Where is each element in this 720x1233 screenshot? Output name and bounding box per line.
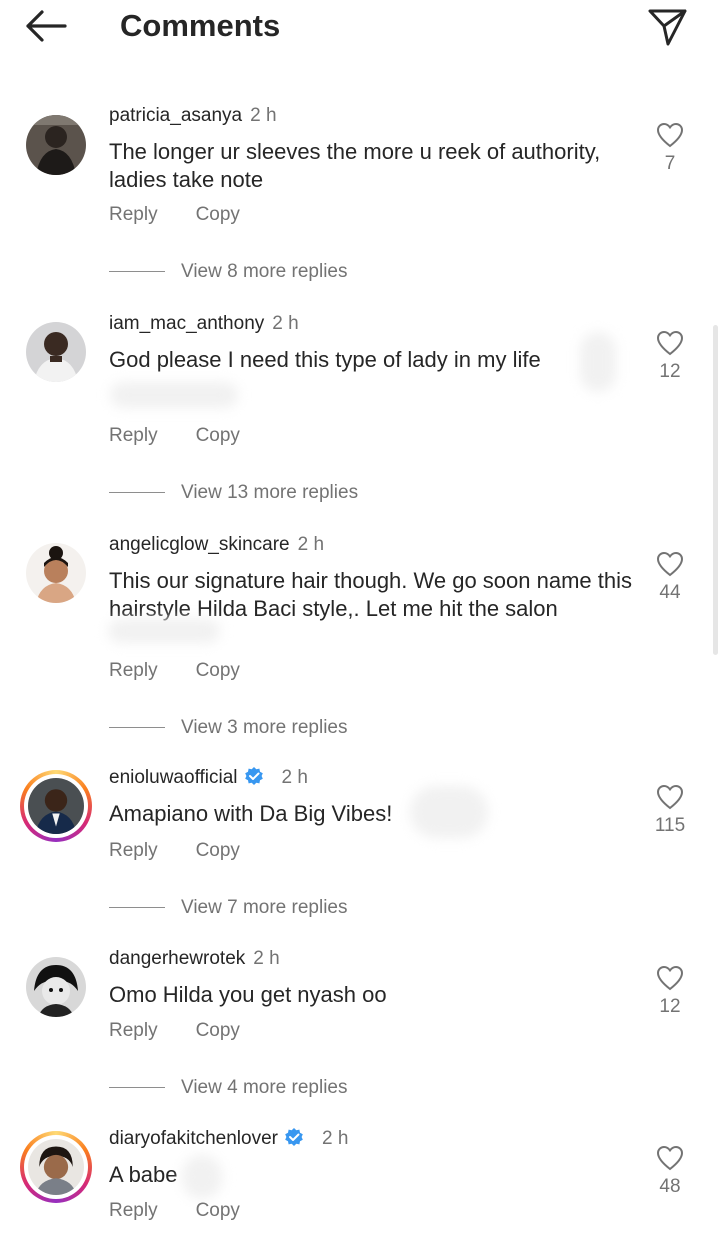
copy-button[interactable]: Copy <box>196 1199 240 1223</box>
like-control: 44 <box>650 551 690 605</box>
comment-header: iam_mac_anthony 2 h <box>109 312 299 336</box>
view-replies-button[interactable]: View 3 more replies <box>109 716 348 740</box>
avatar[interactable] <box>26 957 86 1017</box>
comment-header: angelicglow_skincare 2 h <box>109 533 324 557</box>
like-control: 12 <box>650 965 690 1019</box>
view-replies-label: View 13 more replies <box>181 482 359 503</box>
comment-text: God please I need this type of lady in m… <box>109 347 541 372</box>
heart-icon[interactable] <box>656 784 684 810</box>
heart-icon[interactable] <box>656 551 684 577</box>
avatar <box>24 774 88 838</box>
username[interactable]: dangerhewrotek <box>109 948 245 969</box>
reply-button[interactable]: Reply <box>109 424 158 448</box>
redaction-blur <box>110 382 238 408</box>
timestamp: 2 h <box>272 313 299 334</box>
reply-button[interactable]: Reply <box>109 659 158 683</box>
view-replies-button[interactable]: View 7 more replies <box>109 896 348 920</box>
avatar-story-ring[interactable] <box>20 1131 92 1203</box>
comment-header: diaryofakitchenlover 2 h <box>109 1127 348 1151</box>
comment-actions: Reply Copy <box>109 1199 240 1223</box>
avatar[interactable] <box>26 543 86 603</box>
replies-divider <box>109 1087 165 1089</box>
username[interactable]: iam_mac_anthony <box>109 313 264 334</box>
timestamp: 2 h <box>250 105 277 126</box>
redaction-blur <box>410 786 488 838</box>
timestamp: 2 h <box>297 534 325 555</box>
username[interactable]: diaryofakitchenlover <box>109 1128 278 1149</box>
reply-button[interactable]: Reply <box>109 839 158 863</box>
copy-button[interactable]: Copy <box>196 1019 240 1043</box>
like-control: 7 <box>650 122 690 176</box>
view-replies-button[interactable]: View 13 more replies <box>109 481 358 505</box>
reply-button[interactable]: Reply <box>109 1019 158 1043</box>
copy-button[interactable]: Copy <box>196 839 240 863</box>
comments-header: Comments <box>0 0 720 56</box>
username[interactable]: angelicglow_skincare <box>109 534 290 555</box>
timestamp: 2 h <box>253 948 280 969</box>
view-replies-button[interactable]: View 4 more replies <box>109 1076 348 1100</box>
replies-divider <box>109 907 165 909</box>
verified-badge-icon <box>244 767 263 785</box>
comment-actions: Reply Copy <box>109 1019 240 1043</box>
heart-icon[interactable] <box>656 330 684 356</box>
comment-header: patricia_asanya 2 h <box>109 104 277 128</box>
heart-icon[interactable] <box>656 122 684 148</box>
like-count: 115 <box>654 815 686 836</box>
like-count: 7 <box>664 153 676 174</box>
timestamp: 2 h <box>281 767 308 788</box>
username[interactable]: patricia_asanya <box>109 105 242 126</box>
username[interactable]: enioluwaofficial <box>109 767 238 788</box>
scrollbar[interactable] <box>713 325 718 655</box>
redaction-blur <box>108 619 220 643</box>
view-replies-label: View 4 more replies <box>181 1077 348 1098</box>
reply-button[interactable]: Reply <box>109 203 158 227</box>
like-control: 115 <box>650 784 690 838</box>
comment-header: enioluwaofficial 2 h <box>109 766 308 790</box>
comment-text: Omo Hilda you get nyash oo <box>109 982 387 1007</box>
avatar[interactable] <box>26 322 86 382</box>
redaction-blur <box>580 332 616 392</box>
view-replies-label: View 8 more replies <box>181 261 348 282</box>
like-control: 48 <box>650 1145 690 1199</box>
view-replies-button[interactable]: View 8 more replies <box>109 260 348 284</box>
comment-text: Amapiano with Da Big Vibes! <box>109 801 393 826</box>
heart-icon[interactable] <box>656 965 684 991</box>
comment-text: The longer ur sleeves the more u reek of… <box>109 139 601 192</box>
copy-button[interactable]: Copy <box>196 424 240 448</box>
send-icon[interactable] <box>646 6 688 48</box>
avatar-story-ring[interactable] <box>20 770 92 842</box>
like-count: 12 <box>659 361 681 382</box>
copy-button[interactable]: Copy <box>196 659 240 683</box>
replies-divider <box>109 271 165 273</box>
timestamp: 2 h <box>321 1128 349 1149</box>
replies-divider <box>109 492 165 494</box>
heart-icon[interactable] <box>656 1145 684 1171</box>
comment-actions: Reply Copy <box>109 839 240 863</box>
comment-header: dangerhewrotek 2 h <box>109 947 280 971</box>
reply-button[interactable]: Reply <box>109 1199 158 1223</box>
verified-badge-icon <box>285 1128 303 1146</box>
back-arrow-icon[interactable] <box>22 8 68 44</box>
redaction-blur <box>182 1155 222 1199</box>
comment-text: This our signature hair though. We go so… <box>109 568 633 621</box>
comment-actions: Reply Copy <box>109 659 240 683</box>
like-count: 12 <box>659 996 681 1017</box>
comment-actions: Reply Copy <box>109 203 240 227</box>
replies-divider <box>109 727 165 729</box>
comment-actions: Reply Copy <box>109 424 240 448</box>
like-count: 48 <box>659 1176 681 1197</box>
avatar <box>24 1135 88 1199</box>
view-replies-label: View 7 more replies <box>181 897 348 918</box>
like-control: 12 <box>650 330 690 384</box>
page-title: Comments <box>120 8 281 43</box>
copy-button[interactable]: Copy <box>196 203 240 227</box>
avatar[interactable] <box>26 115 86 175</box>
view-replies-label: View 3 more replies <box>181 717 348 738</box>
like-count: 44 <box>659 582 681 603</box>
